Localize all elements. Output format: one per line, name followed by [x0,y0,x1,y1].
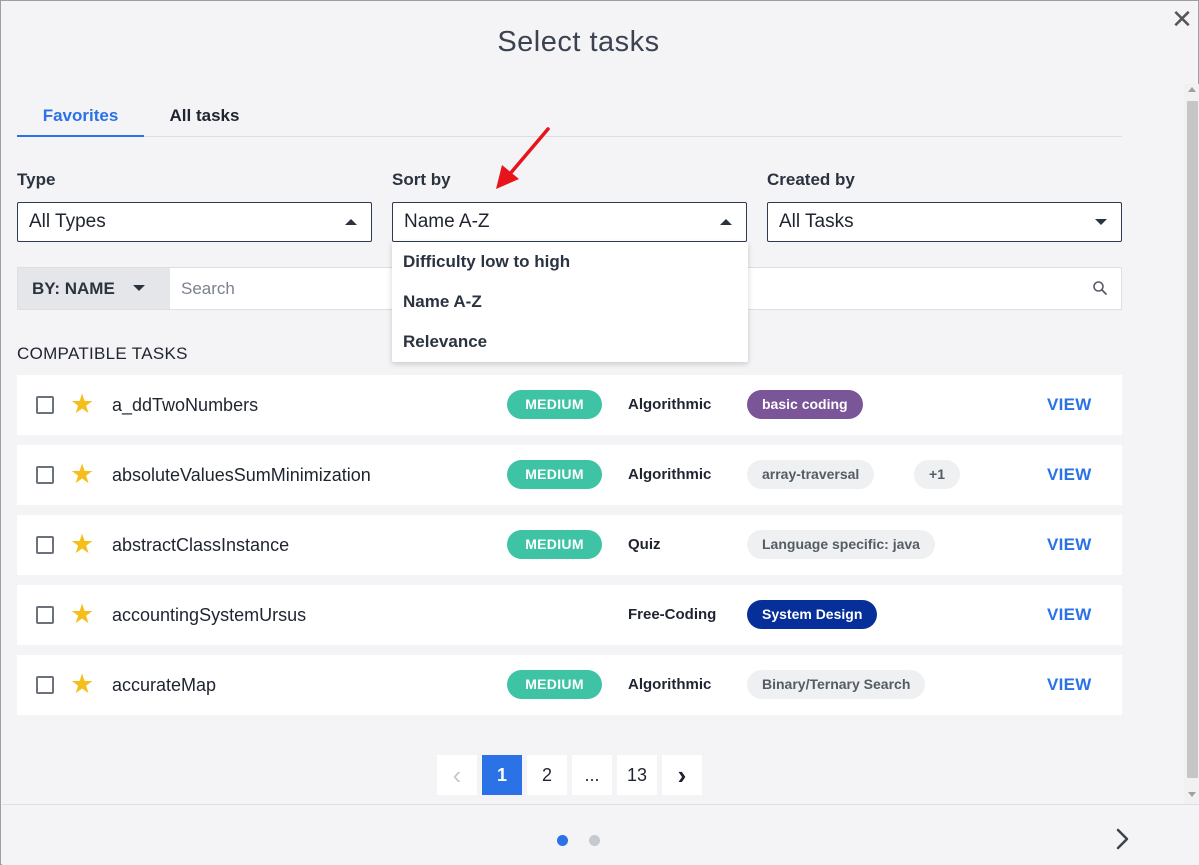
created-select-value: All Tasks [779,211,854,232]
compatible-tasks-heading: COMPATIBLE TASKS [17,344,188,363]
difficulty-badge: MEDIUM [507,670,602,699]
task-name: accurateMap [112,675,217,695]
task-checkbox[interactable] [36,606,54,624]
type-select-value: All Types [29,211,106,232]
pagination-page-13[interactable]: 13 [617,755,657,795]
type-filter-label: Type [17,170,56,189]
task-row: ★ a_ddTwoNumbers MEDIUM Algorithmic basi… [17,375,1122,435]
created-filter-label: Created by [767,170,855,189]
pagination-page-1[interactable]: 1 [482,755,522,795]
difficulty-badge: MEDIUM [507,390,602,419]
task-type: Algorithmic [628,396,712,413]
sort-filter-label: Sort by [392,170,451,189]
task-tag: array-traversal [747,460,875,489]
task-name: accountingSystemUrsus [112,605,307,625]
carousel-dot-1[interactable] [557,835,568,846]
search-icon[interactable] [1092,280,1108,296]
favorite-star-icon[interactable]: ★ [70,669,94,699]
type-select[interactable]: All Types [17,202,372,242]
search-by-label: BY: NAME [32,279,115,298]
view-task-button[interactable]: VIEW [1047,585,1092,645]
caret-down-icon [1095,219,1107,225]
sort-option-relevance[interactable]: Relevance [392,322,748,362]
select-tasks-modal: Select tasks ✕ Favorites All tasks Type … [0,0,1199,865]
chevron-right-icon[interactable] [1113,825,1133,853]
task-checkbox[interactable] [36,396,54,414]
task-row: ★ accountingSystemUrsus Free-Coding Syst… [17,585,1122,645]
favorite-star-icon[interactable]: ★ [70,459,94,489]
favorite-star-icon[interactable]: ★ [70,389,94,419]
task-checkbox[interactable] [36,466,54,484]
sort-select-value: Name A-Z [404,211,490,232]
view-task-button[interactable]: VIEW [1047,655,1092,715]
task-tag: System Design [747,600,878,629]
modal-footer [2,804,1199,865]
pagination-ellipsis: ... [572,755,612,795]
task-tag: Binary/Ternary Search [747,670,926,699]
annotation-arrow-icon [496,127,550,189]
task-checkbox[interactable] [36,536,54,554]
close-icon[interactable]: ✕ [1169,6,1195,33]
favorite-star-icon[interactable]: ★ [70,599,94,629]
tab-favorites[interactable]: Favorites [17,99,144,137]
view-task-button[interactable]: VIEW [1047,445,1092,505]
carousel-dot-2[interactable] [589,835,600,846]
modal-title: Select tasks [497,26,660,58]
task-tag: basic coding [747,390,863,419]
view-task-button[interactable]: VIEW [1047,375,1092,435]
created-by-select[interactable]: All Tasks [767,202,1122,242]
caret-up-icon [345,219,357,225]
task-checkbox[interactable] [36,676,54,694]
caret-down-icon [133,285,145,291]
scrollbar-thumb[interactable] [1187,101,1198,778]
task-name: abstractClassInstance [112,535,290,555]
task-type: Algorithmic [628,676,712,693]
task-type: Algorithmic [628,466,712,483]
scroll-down-arrow-icon[interactable] [1188,792,1196,797]
difficulty-badge: MEDIUM [507,530,602,559]
caret-up-icon [720,219,732,225]
tab-all-tasks[interactable]: All tasks [152,99,257,137]
sort-dropdown-menu: Difficulty low to high Name A-Z Relevanc… [392,242,748,362]
task-tag: Language specific: java [747,530,935,559]
task-type: Quiz [628,536,661,553]
task-row: ★ absoluteValuesSumMinimization MEDIUM A… [17,445,1122,505]
task-tabs: Favorites All tasks [17,99,1122,137]
difficulty-badge: MEDIUM [507,460,602,489]
more-tags-badge[interactable]: +1 [914,460,960,489]
pagination-prev-button[interactable]: ‹ [437,755,477,795]
sort-option-name-az[interactable]: Name A-Z [392,282,748,322]
task-name: absoluteValuesSumMinimization [112,465,371,485]
task-row: ★ accurateMap MEDIUM Algorithmic Binary/… [17,655,1122,715]
scroll-up-arrow-icon[interactable] [1188,87,1196,92]
pagination-page-2[interactable]: 2 [527,755,567,795]
view-task-button[interactable]: VIEW [1047,515,1092,575]
pagination-next-button[interactable]: › [662,755,702,795]
task-type: Free-Coding [628,606,717,623]
favorite-star-icon[interactable]: ★ [70,529,94,559]
sort-option-difficulty[interactable]: Difficulty low to high [392,242,748,282]
search-by-button[interactable]: BY: NAME [18,268,170,309]
task-name: a_ddTwoNumbers [112,395,259,415]
sort-select[interactable]: Name A-Z [392,202,747,242]
task-row: ★ abstractClassInstance MEDIUM Quiz Lang… [17,515,1122,575]
